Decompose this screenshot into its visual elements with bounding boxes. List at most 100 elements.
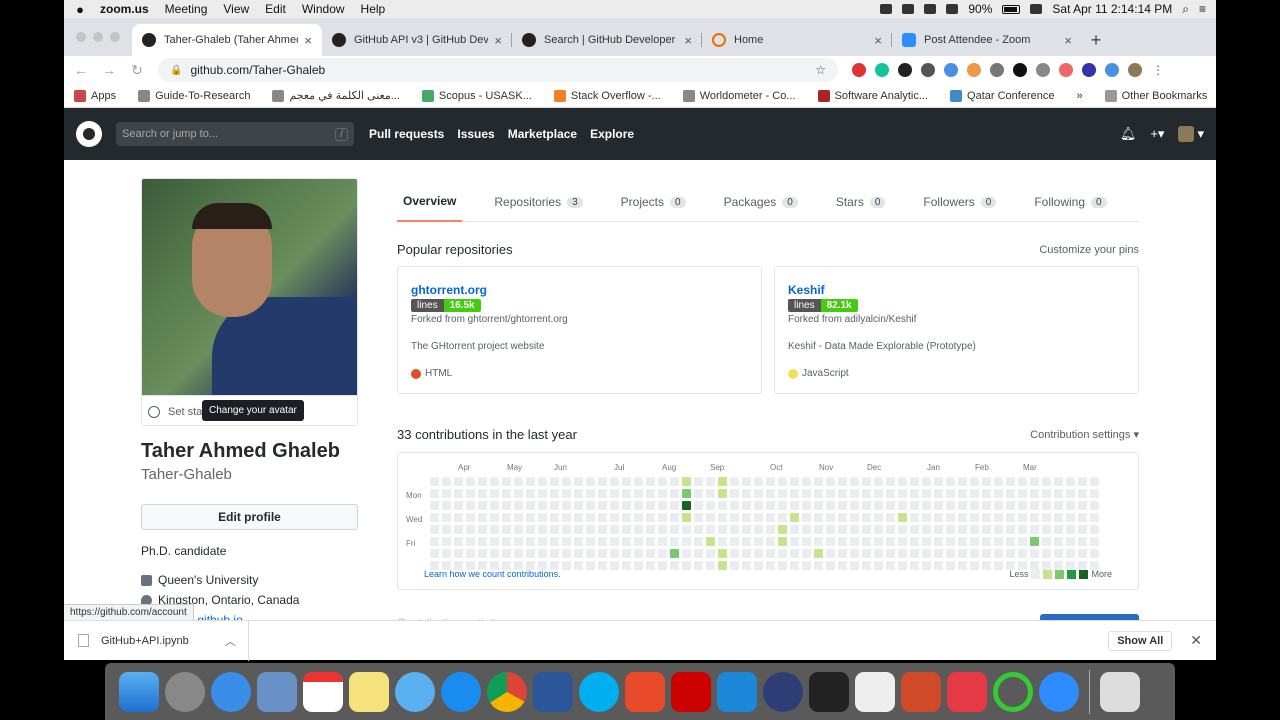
contribution-day-cell[interactable] bbox=[1066, 501, 1075, 510]
contribution-day-cell[interactable] bbox=[598, 477, 607, 486]
contribution-day-cell[interactable] bbox=[490, 501, 499, 510]
contribution-day-cell[interactable] bbox=[790, 537, 799, 546]
contribution-day-cell[interactable] bbox=[838, 549, 847, 558]
contribution-day-cell[interactable] bbox=[670, 561, 679, 570]
contribution-day-cell[interactable] bbox=[1006, 525, 1015, 534]
contribution-day-cell[interactable] bbox=[838, 561, 847, 570]
contribution-day-cell[interactable] bbox=[622, 561, 631, 570]
contribution-day-cell[interactable] bbox=[874, 513, 883, 522]
customize-pins-link[interactable]: Customize your pins bbox=[1039, 244, 1139, 256]
contribution-day-cell[interactable] bbox=[1078, 477, 1087, 486]
mail-extension-icon[interactable] bbox=[921, 63, 935, 77]
contribution-day-cell[interactable] bbox=[658, 561, 667, 570]
extension-icon[interactable] bbox=[1082, 63, 1096, 77]
trash-icon[interactable] bbox=[1100, 671, 1140, 712]
contribution-day-cell[interactable] bbox=[454, 549, 463, 558]
contribution-day-cell[interactable] bbox=[850, 537, 859, 546]
contribution-day-cell[interactable] bbox=[1018, 501, 1027, 510]
contribution-day-cell[interactable] bbox=[1030, 549, 1039, 558]
contribution-day-cell[interactable] bbox=[562, 537, 571, 546]
contribution-day-cell[interactable] bbox=[826, 537, 835, 546]
contribution-day-cell[interactable] bbox=[622, 549, 631, 558]
contribution-day-cell[interactable] bbox=[694, 525, 703, 534]
contribution-day-cell[interactable] bbox=[598, 513, 607, 522]
contribution-day-cell[interactable] bbox=[886, 525, 895, 534]
contribution-day-cell[interactable] bbox=[622, 537, 631, 546]
contribution-day-cell[interactable] bbox=[502, 489, 511, 498]
contribution-day-cell[interactable] bbox=[946, 537, 955, 546]
contribution-day-cell[interactable] bbox=[754, 537, 763, 546]
contribution-day-cell[interactable] bbox=[886, 561, 895, 570]
contribution-day-cell[interactable] bbox=[898, 513, 907, 522]
bookmark-item[interactable]: معنى الكلمة في معجم... bbox=[272, 89, 400, 102]
repo-name-link[interactable]: ghtorrent.org bbox=[411, 283, 748, 297]
contribution-day-cell[interactable] bbox=[874, 561, 883, 570]
browser-tab-search[interactable]: Search | GitHub Developer Gu × bbox=[512, 24, 702, 56]
contribution-day-cell[interactable] bbox=[778, 489, 787, 498]
contribution-day-cell[interactable] bbox=[994, 477, 1003, 486]
bookmark-item[interactable]: Scopus - USASK... bbox=[421, 89, 532, 102]
contribution-day-cell[interactable] bbox=[838, 537, 847, 546]
nav-explore[interactable]: Explore bbox=[590, 127, 634, 141]
contribution-day-cell[interactable] bbox=[826, 561, 835, 570]
contribution-day-cell[interactable] bbox=[634, 489, 643, 498]
contribution-day-cell[interactable] bbox=[730, 477, 739, 486]
skype-icon[interactable] bbox=[579, 671, 619, 712]
contribution-day-cell[interactable] bbox=[682, 477, 691, 486]
contribution-day-cell[interactable] bbox=[598, 561, 607, 570]
contribution-day-cell[interactable] bbox=[1090, 513, 1099, 522]
contribution-day-cell[interactable] bbox=[634, 549, 643, 558]
contribution-day-cell[interactable] bbox=[1078, 549, 1087, 558]
contribution-day-cell[interactable] bbox=[634, 513, 643, 522]
contribution-day-cell[interactable] bbox=[1042, 537, 1051, 546]
extension-icon[interactable] bbox=[1105, 63, 1119, 77]
contribution-day-cell[interactable] bbox=[754, 513, 763, 522]
contribution-day-cell[interactable] bbox=[430, 501, 439, 510]
contribution-day-cell[interactable] bbox=[730, 537, 739, 546]
contribution-day-cell[interactable] bbox=[574, 549, 583, 558]
contribution-day-cell[interactable] bbox=[862, 537, 871, 546]
close-tab-icon[interactable]: × bbox=[1064, 33, 1072, 48]
contribution-day-cell[interactable] bbox=[1090, 477, 1099, 486]
contribution-day-cell[interactable] bbox=[646, 537, 655, 546]
contribution-day-cell[interactable] bbox=[934, 513, 943, 522]
contribution-day-cell[interactable] bbox=[982, 513, 991, 522]
extension-icon[interactable] bbox=[990, 63, 1004, 77]
contribution-day-cell[interactable] bbox=[1090, 549, 1099, 558]
browser-tab-zoom[interactable]: Post Attendee - Zoom × bbox=[892, 24, 1082, 56]
zoom-app-icon[interactable] bbox=[1039, 671, 1079, 712]
contribution-day-cell[interactable] bbox=[850, 513, 859, 522]
contribution-day-cell[interactable] bbox=[790, 477, 799, 486]
contribution-day-cell[interactable] bbox=[754, 501, 763, 510]
contribution-day-cell[interactable] bbox=[838, 501, 847, 510]
contribution-day-cell[interactable] bbox=[730, 525, 739, 534]
contribution-day-cell[interactable] bbox=[730, 513, 739, 522]
close-tab-icon[interactable]: × bbox=[874, 33, 882, 48]
contribution-day-cell[interactable] bbox=[430, 549, 439, 558]
contribution-day-cell[interactable] bbox=[970, 537, 979, 546]
contribution-day-cell[interactable] bbox=[442, 477, 451, 486]
contribution-day-cell[interactable] bbox=[970, 489, 979, 498]
contribution-day-cell[interactable] bbox=[802, 537, 811, 546]
contribution-day-cell[interactable] bbox=[1066, 525, 1075, 534]
contribution-day-cell[interactable] bbox=[1078, 489, 1087, 498]
contribution-day-cell[interactable] bbox=[1090, 537, 1099, 546]
contribution-day-cell[interactable] bbox=[946, 501, 955, 510]
contribution-day-cell[interactable] bbox=[1042, 501, 1051, 510]
contribution-day-cell[interactable] bbox=[550, 549, 559, 558]
contribution-day-cell[interactable] bbox=[982, 525, 991, 534]
contribution-day-cell[interactable] bbox=[466, 501, 475, 510]
contribution-day-cell[interactable] bbox=[838, 477, 847, 486]
contribution-day-cell[interactable] bbox=[982, 489, 991, 498]
contribution-day-cell[interactable] bbox=[970, 501, 979, 510]
contribution-day-cell[interactable] bbox=[766, 477, 775, 486]
contribution-day-cell[interactable] bbox=[658, 477, 667, 486]
contribution-day-cell[interactable] bbox=[550, 537, 559, 546]
notes-icon[interactable] bbox=[349, 671, 389, 712]
contribution-day-cell[interactable] bbox=[994, 537, 1003, 546]
notification-center-icon[interactable]: ≡ bbox=[1199, 2, 1206, 16]
airplay-icon[interactable] bbox=[924, 4, 937, 14]
contribution-day-cell[interactable] bbox=[514, 537, 523, 546]
contribution-day-cell[interactable] bbox=[994, 561, 1003, 570]
app-menu[interactable]: zoom.us bbox=[100, 2, 149, 16]
